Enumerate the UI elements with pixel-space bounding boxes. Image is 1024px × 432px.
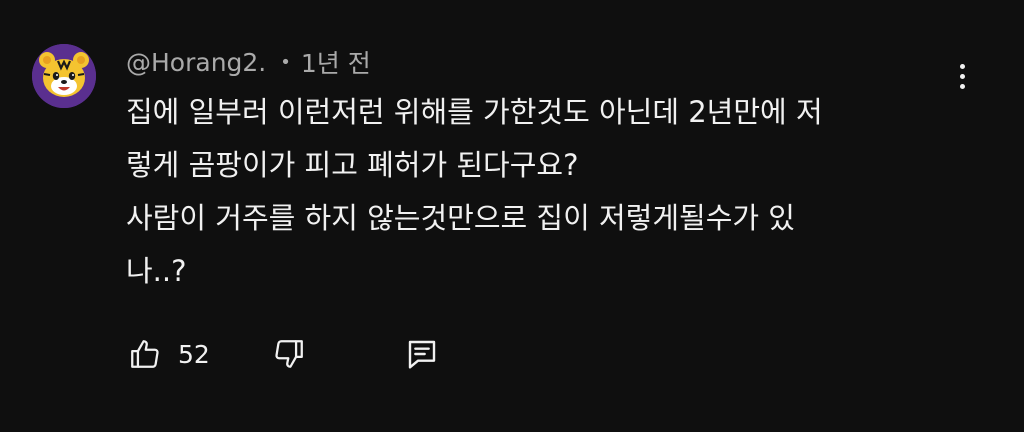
comment-text-line: 렇게 곰팡이가 피고 폐허가 된다구요?: [126, 148, 579, 182]
comment-timestamp[interactable]: 1년 전: [301, 44, 371, 80]
reply-button[interactable]: [406, 332, 438, 376]
more-actions-button[interactable]: [944, 56, 980, 96]
comment-actions: 52: [124, 332, 484, 376]
comment-text-line: 나..?: [126, 254, 187, 288]
like-count: 52: [178, 339, 210, 369]
more-vertical-icon: [959, 63, 965, 69]
comment-text-line: 집에 일부러 이런저런 위해를 가한것도 아닌데 2년만에 저: [126, 95, 823, 129]
comment-text-line: 사람이 거주를 하지 않는것만으로 집이 저렇게될수가 있: [126, 201, 795, 235]
comment-header: @Horang2. • 1년 전: [126, 44, 371, 80]
tiger-avatar-icon: [32, 44, 96, 108]
author-avatar[interactable]: [32, 44, 96, 108]
header-separator: •: [280, 51, 291, 73]
thumbs-down-icon: [275, 340, 303, 368]
author-name[interactable]: @Horang2.: [126, 48, 266, 77]
dislike-button[interactable]: [272, 332, 306, 376]
comment-text: 집에 일부러 이런저런 위해를 가한것도 아닌데 2년만에 저 렇게 곰팡이가 …: [126, 86, 946, 298]
thumbs-up-icon: [131, 340, 159, 368]
reply-comment-icon: [408, 340, 436, 369]
comment-thread: @Horang2. • 1년 전 집에 일부러 이런저런 위해를 가한것도 아닌…: [0, 0, 1024, 432]
like-button[interactable]: 52: [128, 332, 210, 376]
